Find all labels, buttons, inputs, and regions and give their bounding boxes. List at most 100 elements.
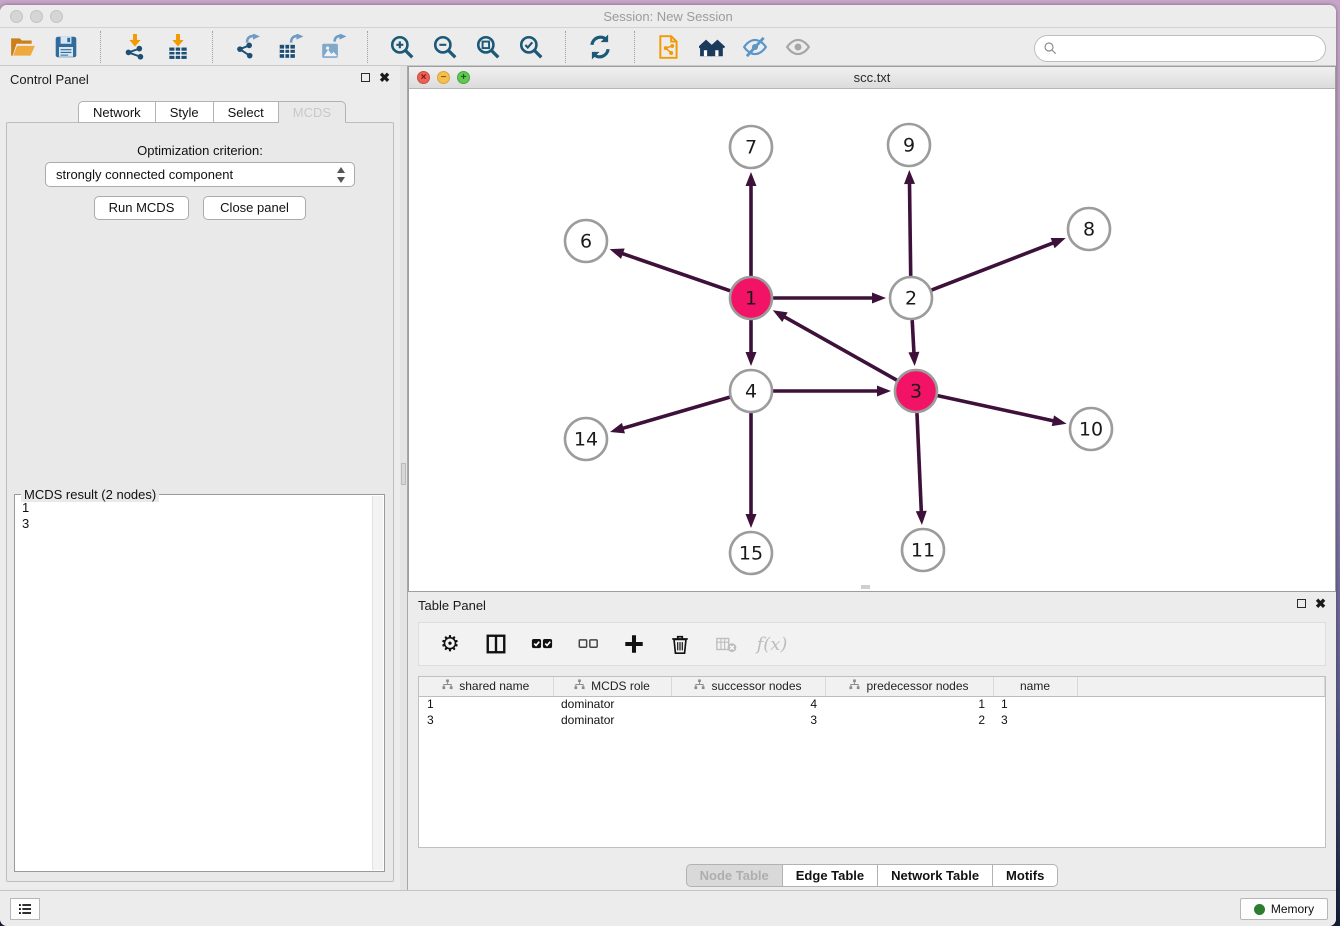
zoom-selected-icon[interactable]: [516, 32, 546, 62]
table-panel: Table Panel ✖ ⚙f(x) shared nameMCDS role…: [408, 592, 1336, 890]
tab-mcds[interactable]: MCDS: [279, 101, 346, 123]
graph-edge-2-3[interactable]: [912, 320, 914, 355]
close-table-panel-icon[interactable]: ✖: [1315, 599, 1326, 608]
close-panel-button[interactable]: Close panel: [203, 196, 306, 220]
graph-node-3[interactable]: 3: [895, 370, 937, 412]
mcds-result-title: MCDS result (2 nodes): [21, 487, 159, 502]
float-table-panel-icon[interactable]: [1297, 599, 1306, 608]
graph-edge-arrowhead: [904, 170, 915, 184]
mcds-result-box[interactable]: MCDS result (2 nodes) 1 3: [14, 494, 385, 872]
tab-network-table[interactable]: Network Table: [878, 864, 993, 887]
graph-node-4[interactable]: 4: [730, 370, 772, 412]
toggle-columns-icon[interactable]: [481, 629, 511, 659]
graph-edge-3-11[interactable]: [917, 413, 921, 514]
function-builder-icon[interactable]: f(x): [757, 629, 787, 659]
graph-edge-4-14[interactable]: [621, 397, 730, 429]
table-cell[interactable]: 3: [419, 712, 553, 728]
export-table-icon[interactable]: [275, 32, 305, 62]
import-table-icon[interactable]: [163, 32, 193, 62]
graph-edge-arrowhead: [773, 310, 788, 322]
tab-node-table[interactable]: Node Table: [686, 864, 783, 887]
network-canvas[interactable]: 7 9 6 8 1 2 4 3 14 10 15 11: [409, 89, 1335, 591]
svg-text:1: 1: [745, 288, 757, 310]
toolbar-separator: [367, 31, 368, 63]
table-row[interactable]: 1dominator411: [419, 696, 1325, 712]
add-column-icon[interactable]: [619, 629, 649, 659]
table-cell[interactable]: 3: [671, 712, 825, 728]
table-cell[interactable]: 1: [419, 696, 553, 712]
control-panel: Control Panel ✖ NetworkStyleSelectMCDS O…: [0, 66, 400, 890]
graph-node-11[interactable]: 11: [902, 529, 944, 571]
tab-network[interactable]: Network: [78, 101, 156, 123]
graph-node-6[interactable]: 6: [565, 220, 607, 262]
import-network-icon[interactable]: [120, 32, 150, 62]
graph-node-1[interactable]: 1: [730, 277, 772, 319]
memory-button[interactable]: Memory: [1240, 898, 1328, 920]
column-header-predecessor-nodes[interactable]: predecessor nodes: [825, 677, 993, 696]
panel-divider[interactable]: [400, 66, 408, 890]
graph-edge-3-1[interactable]: [782, 316, 896, 381]
table-panel-tabs: Node TableEdge TableNetwork TableMotifs: [408, 864, 1336, 887]
criterion-select[interactable]: strongly connected component: [45, 162, 355, 187]
tab-style[interactable]: Style: [156, 101, 214, 123]
graph-edge-1-6[interactable]: [620, 253, 730, 291]
save-session-icon[interactable]: [51, 32, 81, 62]
tab-motifs[interactable]: Motifs: [993, 864, 1058, 887]
delete-table-icon[interactable]: [711, 629, 741, 659]
deselect-all-rows-icon[interactable]: [573, 629, 603, 659]
column-header-shared-name[interactable]: shared name: [419, 677, 553, 696]
column-header-filler: [1077, 677, 1325, 696]
refresh-layout-icon[interactable]: [585, 32, 615, 62]
table-cell[interactable]: dominator: [553, 696, 671, 712]
table-cell[interactable]: 4: [671, 696, 825, 712]
graph-edge-3-10[interactable]: [937, 396, 1055, 422]
graph-node-14[interactable]: 14: [565, 418, 607, 460]
run-mcds-button[interactable]: Run MCDS: [94, 196, 189, 220]
result-scrollbar[interactable]: [372, 496, 383, 870]
table-cell[interactable]: 1: [993, 696, 1077, 712]
network-frame-titlebar[interactable]: × − + scc.txt: [409, 67, 1335, 89]
search-input[interactable]: [1059, 39, 1325, 59]
column-header-successor-nodes[interactable]: successor nodes: [671, 677, 825, 696]
graph-node-7[interactable]: 7: [730, 126, 772, 168]
table-settings-icon[interactable]: ⚙: [435, 629, 465, 659]
task-history-button[interactable]: [10, 898, 40, 920]
graph-edge-arrowhead: [746, 352, 757, 366]
search-box[interactable]: [1034, 35, 1326, 62]
column-header-name[interactable]: name: [993, 677, 1077, 696]
table-cell[interactable]: dominator: [553, 712, 671, 728]
float-panel-icon[interactable]: [361, 73, 370, 82]
graph-node-9[interactable]: 9: [888, 124, 930, 166]
network-document-icon[interactable]: [654, 32, 684, 62]
graph-node-10[interactable]: 10: [1070, 408, 1112, 450]
divider-grip[interactable]: [401, 463, 406, 485]
export-network-icon[interactable]: [232, 32, 262, 62]
select-all-rows-icon[interactable]: [527, 629, 557, 659]
tab-edge-table[interactable]: Edge Table: [783, 864, 878, 887]
svg-text:3: 3: [910, 381, 922, 403]
graph-edge-arrowhead: [908, 352, 919, 366]
zoom-in-icon[interactable]: [387, 32, 417, 62]
export-image-icon[interactable]: [318, 32, 348, 62]
column-header-MCDS-role[interactable]: MCDS role: [553, 677, 671, 696]
delete-column-icon[interactable]: [665, 629, 695, 659]
tab-select[interactable]: Select: [214, 101, 279, 123]
hide-selected-icon[interactable]: [740, 32, 770, 62]
h-scrollbar-hint[interactable]: [861, 585, 870, 589]
home-view-icon[interactable]: [697, 32, 727, 62]
memory-label: Memory: [1271, 902, 1314, 916]
show-all-icon[interactable]: [783, 32, 813, 62]
zoom-fit-icon[interactable]: [473, 32, 503, 62]
zoom-out-icon[interactable]: [430, 32, 460, 62]
graph-node-8[interactable]: 8: [1068, 208, 1110, 250]
graph-node-2[interactable]: 2: [890, 277, 932, 319]
graph-edge-2-8[interactable]: [932, 242, 1056, 290]
open-session-icon[interactable]: [8, 32, 38, 62]
table-cell[interactable]: 2: [825, 712, 993, 728]
table-cell[interactable]: 3: [993, 712, 1077, 728]
graph-edge-2-9[interactable]: [909, 181, 910, 276]
close-panel-icon[interactable]: ✖: [379, 73, 390, 82]
graph-node-15[interactable]: 15: [730, 532, 772, 574]
table-row[interactable]: 3dominator323: [419, 712, 1325, 728]
table-cell[interactable]: 1: [825, 696, 993, 712]
